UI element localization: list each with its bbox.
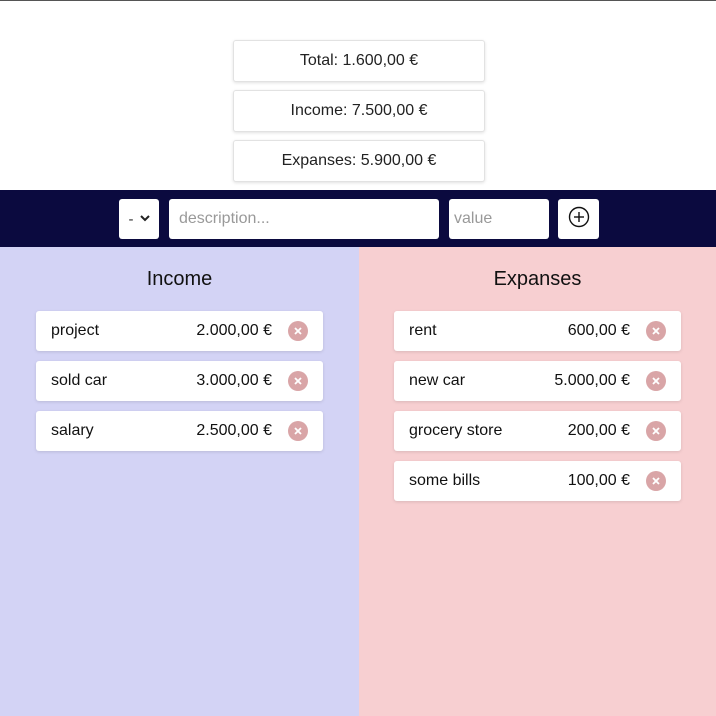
item-description: salary: [51, 422, 94, 439]
value-input[interactable]: [449, 199, 549, 239]
chevron-down-icon: [139, 214, 150, 225]
type-select-value: -: [128, 210, 134, 228]
add-button[interactable]: [558, 199, 599, 239]
item-value: 100,00 €: [567, 472, 630, 489]
total-display: Total: 1.600,00 €: [233, 40, 485, 82]
delete-button[interactable]: [646, 471, 666, 491]
income-total-display: Income: 7.500,00 €: [233, 90, 485, 132]
income-panel: Income project 2.000,00 € sold car 3.000…: [0, 247, 359, 716]
expanses-panel: Expanses rent 600,00 € new car 5.000,00 …: [359, 247, 716, 716]
close-icon: [294, 372, 302, 390]
income-item: salary 2.500,00 €: [36, 411, 323, 451]
expanses-title: Expanses: [493, 268, 582, 290]
close-icon: [294, 422, 302, 440]
item-value: 600,00 €: [567, 322, 630, 339]
close-icon: [652, 422, 660, 440]
item-description: project: [51, 322, 100, 339]
item-value: 200,00 €: [567, 422, 630, 439]
income-item: project 2.000,00 €: [36, 311, 323, 351]
delete-button[interactable]: [288, 371, 308, 391]
expanses-total-display: Expanses: 5.900,00 €: [233, 140, 485, 182]
item-description: rent: [409, 322, 437, 339]
delete-button[interactable]: [646, 321, 666, 341]
expanse-item: rent 600,00 €: [394, 311, 681, 351]
add-entry-toolbar: -: [0, 190, 716, 247]
item-value: 5.000,00 €: [554, 372, 630, 389]
expanse-item: some bills 100,00 €: [394, 461, 681, 501]
delete-button[interactable]: [646, 371, 666, 391]
item-value: 2.000,00 €: [196, 322, 272, 339]
item-description: sold car: [51, 372, 108, 389]
summary-section: Total: 1.600,00 € Income: 7.500,00 € Exp…: [0, 40, 716, 190]
type-select[interactable]: -: [119, 199, 159, 239]
close-icon: [652, 372, 660, 390]
income-title: Income: [146, 268, 213, 290]
item-value: 2.500,00 €: [196, 422, 272, 439]
delete-button[interactable]: [288, 321, 308, 341]
plus-circle-icon: [568, 206, 590, 233]
close-icon: [294, 322, 302, 340]
expanse-item: new car 5.000,00 €: [394, 361, 681, 401]
item-description: new car: [409, 372, 466, 389]
expanses-list: rent 600,00 € new car 5.000,00 € grocery…: [394, 311, 681, 511]
close-icon: [652, 472, 660, 490]
close-icon: [652, 322, 660, 340]
income-list: project 2.000,00 € sold car 3.000,00 € s…: [36, 311, 323, 461]
item-value: 3.000,00 €: [196, 372, 272, 389]
item-description: grocery store: [409, 422, 503, 439]
income-item: sold car 3.000,00 €: [36, 361, 323, 401]
delete-button[interactable]: [288, 421, 308, 441]
description-input[interactable]: [169, 199, 439, 239]
delete-button[interactable]: [646, 421, 666, 441]
item-description: some bills: [409, 472, 481, 489]
expanse-item: grocery store 200,00 €: [394, 411, 681, 451]
top-divider: [0, 0, 716, 1]
